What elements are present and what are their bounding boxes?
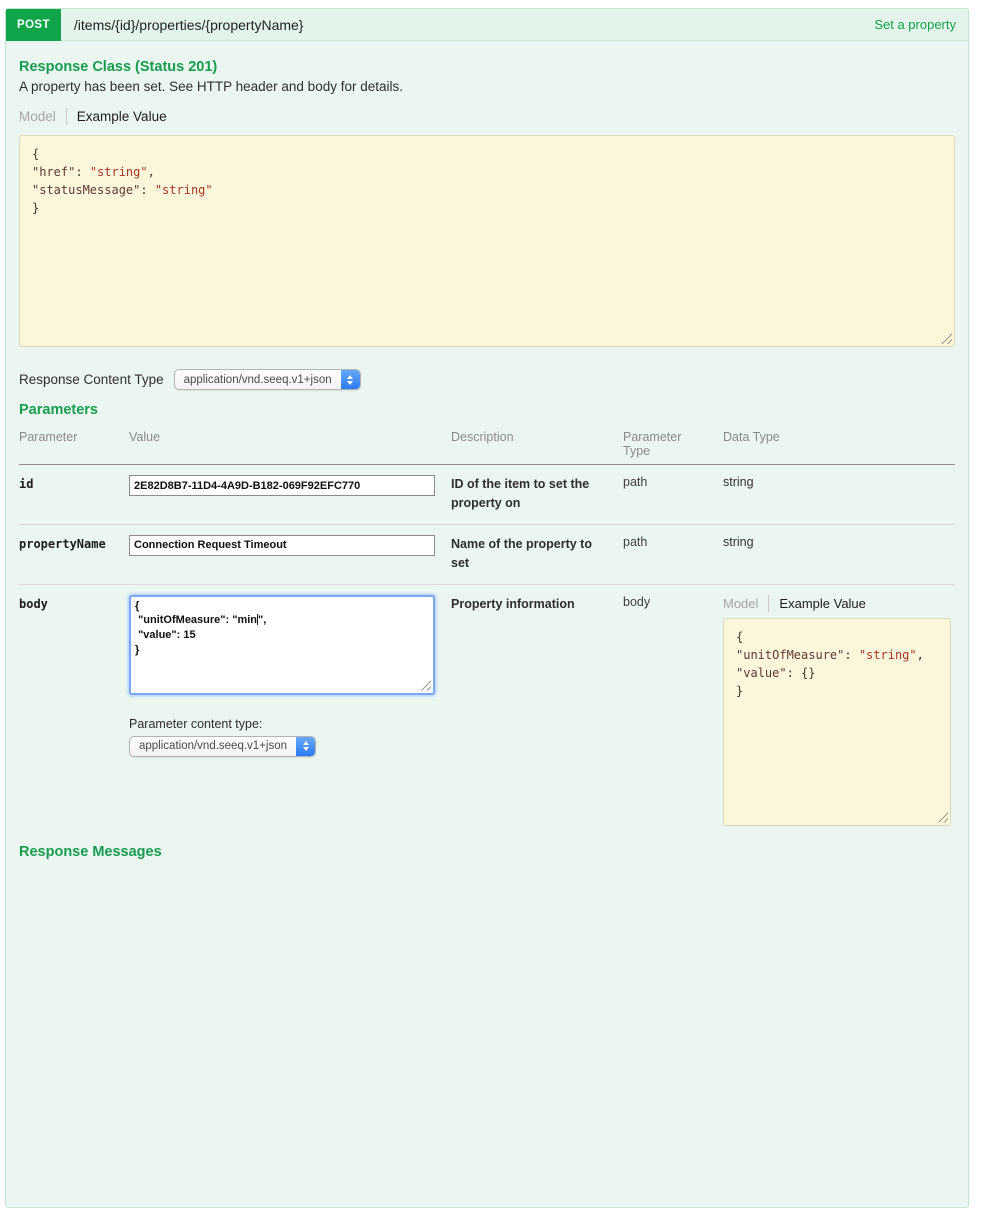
table-row-property-name: propertyName Name of the property to set… — [19, 525, 955, 585]
tab-example-value[interactable]: Example Value — [77, 109, 167, 124]
param-description: ID of the item to set the property on — [451, 475, 623, 514]
body-model-tabs: Model Example Value — [723, 595, 951, 612]
operation-summary-link[interactable]: Set a property — [874, 17, 968, 32]
tab-model[interactable]: Model — [19, 109, 56, 124]
operation-header[interactable]: POST /items/{id}/properties/{propertyNam… — [6, 9, 968, 41]
parameters-table-header: Parameter Value Description Parameter Ty… — [19, 424, 955, 465]
parameter-content-type-value: application/vnd.seeq.v1+json — [130, 737, 296, 756]
col-header-description: Description — [451, 430, 623, 458]
col-header-parameter-type: Parameter Type — [623, 430, 723, 458]
col-header-value: Value — [129, 430, 451, 458]
select-stepper-icon — [296, 737, 315, 756]
col-header-parameter: Parameter — [19, 430, 129, 458]
response-content-type-label: Response Content Type — [19, 372, 164, 387]
resize-handle-icon[interactable] — [941, 333, 952, 344]
param-name: body — [19, 595, 129, 826]
param-type: path — [623, 475, 723, 514]
id-input[interactable] — [129, 475, 435, 496]
response-class-description: A property has been set. See HTTP header… — [19, 79, 955, 94]
response-class-title: Response Class (Status 201) — [19, 59, 955, 75]
response-content-type-value: application/vnd.seeq.v1+json — [175, 370, 341, 389]
resize-handle-icon[interactable] — [420, 680, 431, 691]
tab-divider — [768, 595, 769, 612]
param-type: path — [623, 535, 723, 574]
endpoint-path-link[interactable]: /items/{id}/properties/{propertyName} — [74, 17, 304, 33]
response-sample-tabs: Model Example Value — [19, 108, 955, 125]
table-row-body: body { "unitOfMeasure": "min", "value": … — [19, 585, 955, 836]
param-data-type: string — [723, 475, 955, 514]
param-name: propertyName — [19, 535, 129, 574]
response-messages-title: Response Messages — [19, 844, 955, 860]
response-example-snippet[interactable]: { "href": "string", "statusMessage": "st… — [19, 135, 955, 347]
select-stepper-icon — [341, 370, 360, 389]
tab-model[interactable]: Model — [723, 596, 758, 611]
property-name-input[interactable] — [129, 535, 435, 556]
col-header-data-type: Data Type — [723, 430, 955, 458]
param-data-type: string — [723, 535, 955, 574]
resize-handle-icon[interactable] — [937, 812, 948, 823]
operation-panel: POST /items/{id}/properties/{propertyNam… — [5, 8, 969, 1208]
body-textarea[interactable]: { "unitOfMeasure": "min", "value": 15 } — [129, 595, 435, 695]
parameters-table: Parameter Value Description Parameter Ty… — [19, 424, 955, 836]
param-type: body — [623, 595, 723, 826]
http-method-badge[interactable]: POST — [6, 9, 61, 41]
parameters-title: Parameters — [19, 402, 955, 418]
table-row-id: id ID of the item to set the property on… — [19, 465, 955, 525]
response-content-type-select[interactable]: application/vnd.seeq.v1+json — [174, 369, 361, 390]
operation-content: Response Class (Status 201) A property h… — [6, 41, 968, 880]
parameter-content-type-label: Parameter content type: — [129, 717, 451, 731]
param-description: Property information — [451, 595, 623, 826]
body-example-snippet[interactable]: { "unitOfMeasure": "string", "value": {}… — [723, 618, 951, 826]
param-description: Name of the property to set — [451, 535, 623, 574]
body-model-panel: Model Example Value { "unitOfMeasure": "… — [723, 595, 955, 826]
tab-example-value[interactable]: Example Value — [779, 596, 865, 611]
parameter-content-type-select[interactable]: application/vnd.seeq.v1+json — [129, 736, 316, 757]
param-name: id — [19, 475, 129, 514]
tab-divider — [66, 108, 67, 125]
